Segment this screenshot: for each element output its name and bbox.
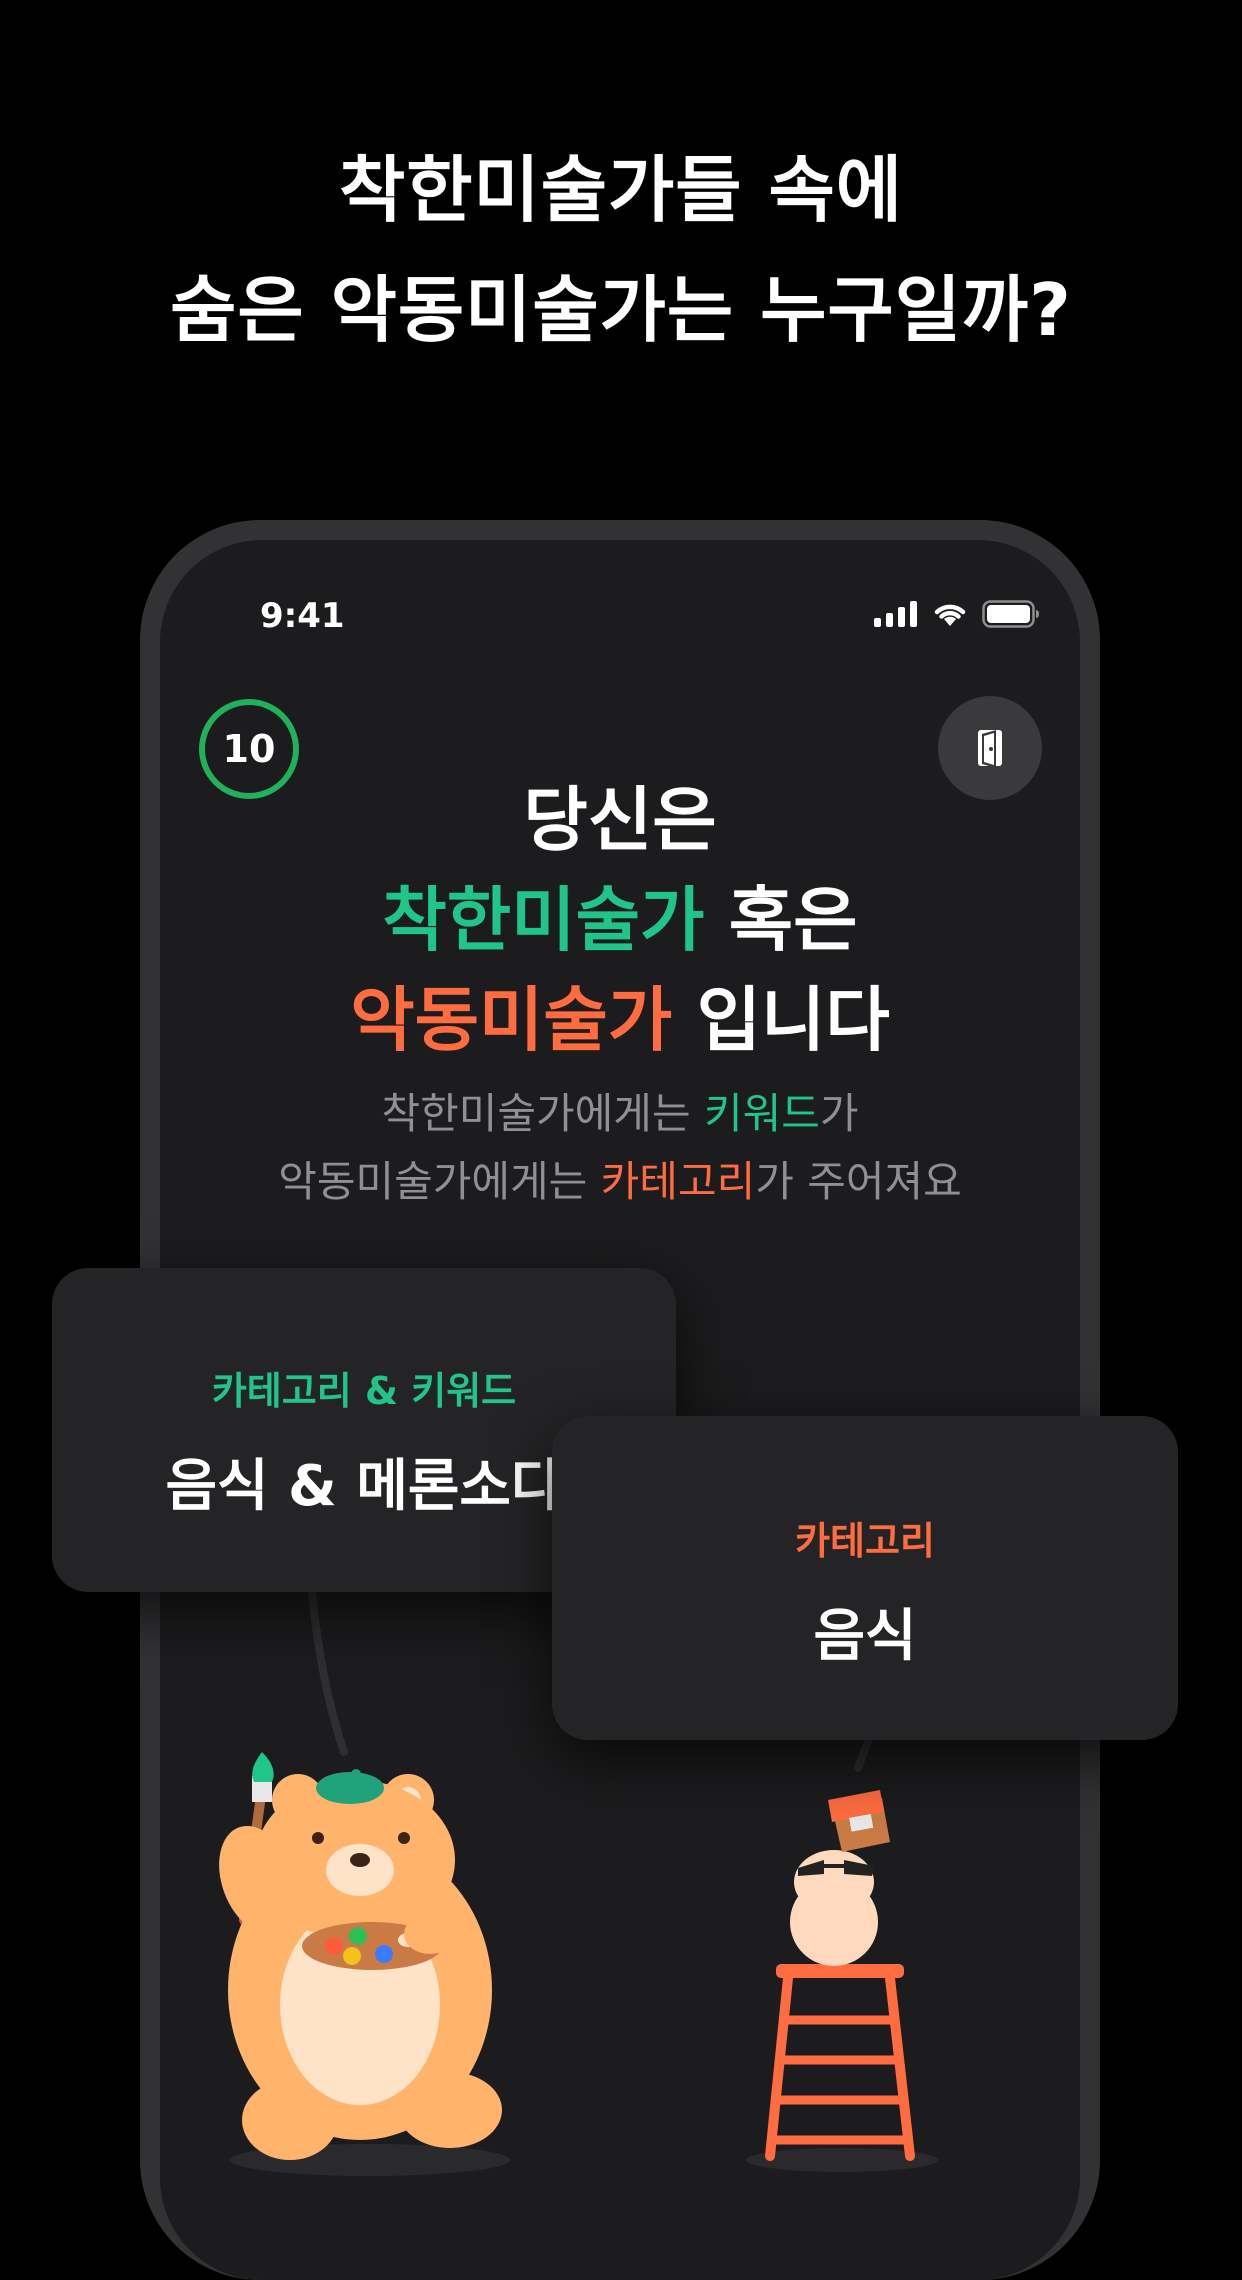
bear-character-icon bbox=[219, 1752, 510, 2176]
bad-artist-card: 카테고리 음식 bbox=[552, 1416, 1178, 1740]
characters-illustration bbox=[219, 1586, 938, 2176]
bad-card-label: 카테고리 bbox=[795, 1519, 935, 1563]
bad-card-value: 음식 bbox=[813, 1604, 917, 1669]
good-card-label: 카테고리 & 키워드 bbox=[211, 1369, 517, 1413]
hamster-character-icon bbox=[746, 1790, 938, 2172]
